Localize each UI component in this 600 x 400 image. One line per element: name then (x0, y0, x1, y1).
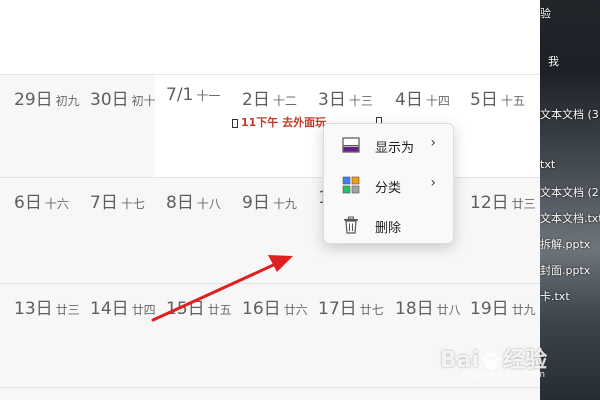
day-cell[interactable]: 15日 廿五 (152, 284, 232, 387)
desktop-icon-label[interactable]: 我 (548, 53, 559, 69)
day-cell[interactable]: 9日 十九 (228, 178, 304, 283)
day-number: 19日 (470, 299, 509, 319)
menu-item-delete[interactable]: 删除 (328, 209, 450, 241)
day-cell[interactable]: 5日 十五 (456, 75, 540, 177)
lunar-date: 十一 (196, 89, 221, 103)
day-number: 15日 (166, 299, 205, 319)
desktop-icon-label[interactable]: 文本文档.txt (540, 210, 600, 226)
lunar-date: 廿九 (511, 303, 536, 317)
day-number: 17日 (318, 299, 357, 319)
lunar-date: 十四 (425, 94, 450, 108)
day-cell[interactable]: 30日 初十 (76, 75, 156, 177)
day-number: 8日 (166, 193, 194, 213)
desktop-icon-label[interactable]: 文本文档 (3) (540, 106, 600, 122)
desktop-icon-label[interactable]: 封面.pptx (540, 262, 590, 278)
lunar-date: 十八 (196, 197, 221, 211)
day-cell[interactable]: 7日 十七 (76, 178, 156, 283)
desktop-background: 验 我 文本文档 (3) txt 文本文档 (2) 文本文档.txt 拆解.pp… (540, 0, 600, 400)
day-cell[interactable]: 14日 廿四 (76, 284, 156, 387)
desktop-icon-label[interactable]: 卡.txt (540, 288, 570, 304)
day-number: 9日 (242, 193, 270, 213)
calendar-event[interactable]: 11下午 去外面玩 (241, 114, 326, 130)
menu-item-label: 分类 (375, 181, 402, 196)
lunar-date: 廿三 (511, 197, 536, 211)
day-number: 16日 (242, 299, 281, 319)
lunar-date: 十五 (500, 94, 525, 108)
category-icon (342, 176, 360, 194)
lunar-date: 十二 (272, 94, 297, 108)
paw-logo-icon (481, 352, 501, 370)
day-number: 12日 (470, 193, 509, 213)
day-number: 29日 (14, 90, 53, 110)
context-menu: 显示为 › 分类 › 删除 (323, 123, 454, 244)
display-as-icon (342, 136, 360, 154)
day-number: 5日 (470, 90, 498, 110)
week-row-4 (0, 388, 540, 400)
calendar-header-area (0, 0, 540, 75)
day-number: 13日 (14, 299, 53, 319)
day-number: 7/1 (166, 85, 194, 105)
day-number: 2日 (242, 90, 270, 110)
desktop-icon-label[interactable]: txt (540, 158, 555, 171)
day-cell[interactable]: 6日 十六 (0, 178, 78, 283)
day-number: 14日 (90, 299, 129, 319)
day-number: 18日 (395, 299, 434, 319)
lunar-date: 十六 (44, 197, 69, 211)
day-cell[interactable]: 16日 廿六 (228, 284, 308, 387)
desktop-icon-label[interactable]: 拆解.pptx (540, 236, 590, 252)
chevron-right-icon: › (430, 175, 436, 191)
desktop-icon-label[interactable]: 文本文档 (2) (540, 184, 600, 200)
day-number: 4日 (395, 90, 423, 110)
day-cell[interactable]: 7/1 十一 (152, 75, 228, 177)
menu-item-label: 删除 (375, 221, 402, 236)
calendar-view: 29日 初九 30日 初十 7/1 十一 2日 十二 3日 十三 4日 十四 5日 十五 6日… (0, 0, 540, 400)
day-cell[interactable]: 12日 廿三 (456, 178, 540, 283)
watermark-url: jingyan.baidu.com (462, 370, 546, 380)
week-row-2: 6日十六 7日十七 8日十八 9日十九 1 12日廿三 (0, 178, 540, 284)
lunar-date: 十三 (348, 94, 373, 108)
lunar-date: 十九 (272, 197, 297, 211)
day-cell[interactable]: 29日 初九 (0, 75, 80, 177)
day-number: 6日 (14, 193, 42, 213)
day-cell[interactable]: 8日 十八 (152, 178, 228, 283)
day-cell[interactable]: 17日 廿七 (304, 284, 384, 387)
menu-item-label: 显示为 (375, 141, 415, 156)
trash-icon (342, 216, 360, 234)
day-number: 30日 (90, 90, 129, 110)
day-number: 7日 (90, 193, 118, 213)
desktop-icon-label[interactable]: 验 (540, 5, 551, 21)
menu-item-category[interactable]: 分类 › (328, 169, 450, 201)
chevron-right-icon: › (430, 135, 436, 151)
day-number: 3日 (318, 90, 346, 110)
lunar-date: 十七 (120, 197, 145, 211)
day-cell[interactable]: 13日 廿三 (0, 284, 80, 387)
event-resize-handle-left[interactable] (232, 119, 238, 128)
menu-item-display-as[interactable]: 显示为 › (328, 129, 450, 161)
